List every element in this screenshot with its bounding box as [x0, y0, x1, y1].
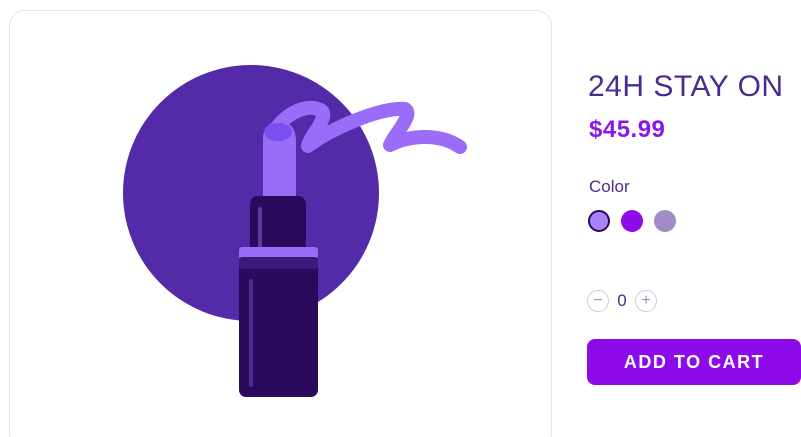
- product-title: 24H STAY ON: [588, 70, 784, 103]
- add-to-cart-button[interactable]: ADD TO CART: [587, 339, 801, 385]
- color-swatch-1[interactable]: [588, 210, 610, 232]
- color-swatch-3[interactable]: [654, 210, 676, 232]
- lipstick-tube-highlight: [258, 207, 262, 249]
- quantity-value: 0: [617, 291, 627, 310]
- lipstick-case-band: [239, 257, 318, 269]
- quantity-stepper: − 0 +: [587, 290, 657, 312]
- decrement-button[interactable]: −: [587, 290, 609, 312]
- lipstick-bullet-tip: [264, 123, 292, 141]
- lipstick-illustration: [123, 65, 467, 397]
- increment-button[interactable]: +: [635, 290, 657, 312]
- lipstick-case-highlight: [249, 279, 253, 387]
- color-label: Color: [589, 177, 630, 196]
- product-page: 24H STAY ON $45.99 Color − 0 + ADD TO CA…: [0, 0, 801, 437]
- color-swatch-2[interactable]: [621, 210, 643, 232]
- product-image-card: [9, 10, 552, 437]
- product-price: $45.99: [589, 116, 666, 143]
- color-swatches: [588, 210, 676, 232]
